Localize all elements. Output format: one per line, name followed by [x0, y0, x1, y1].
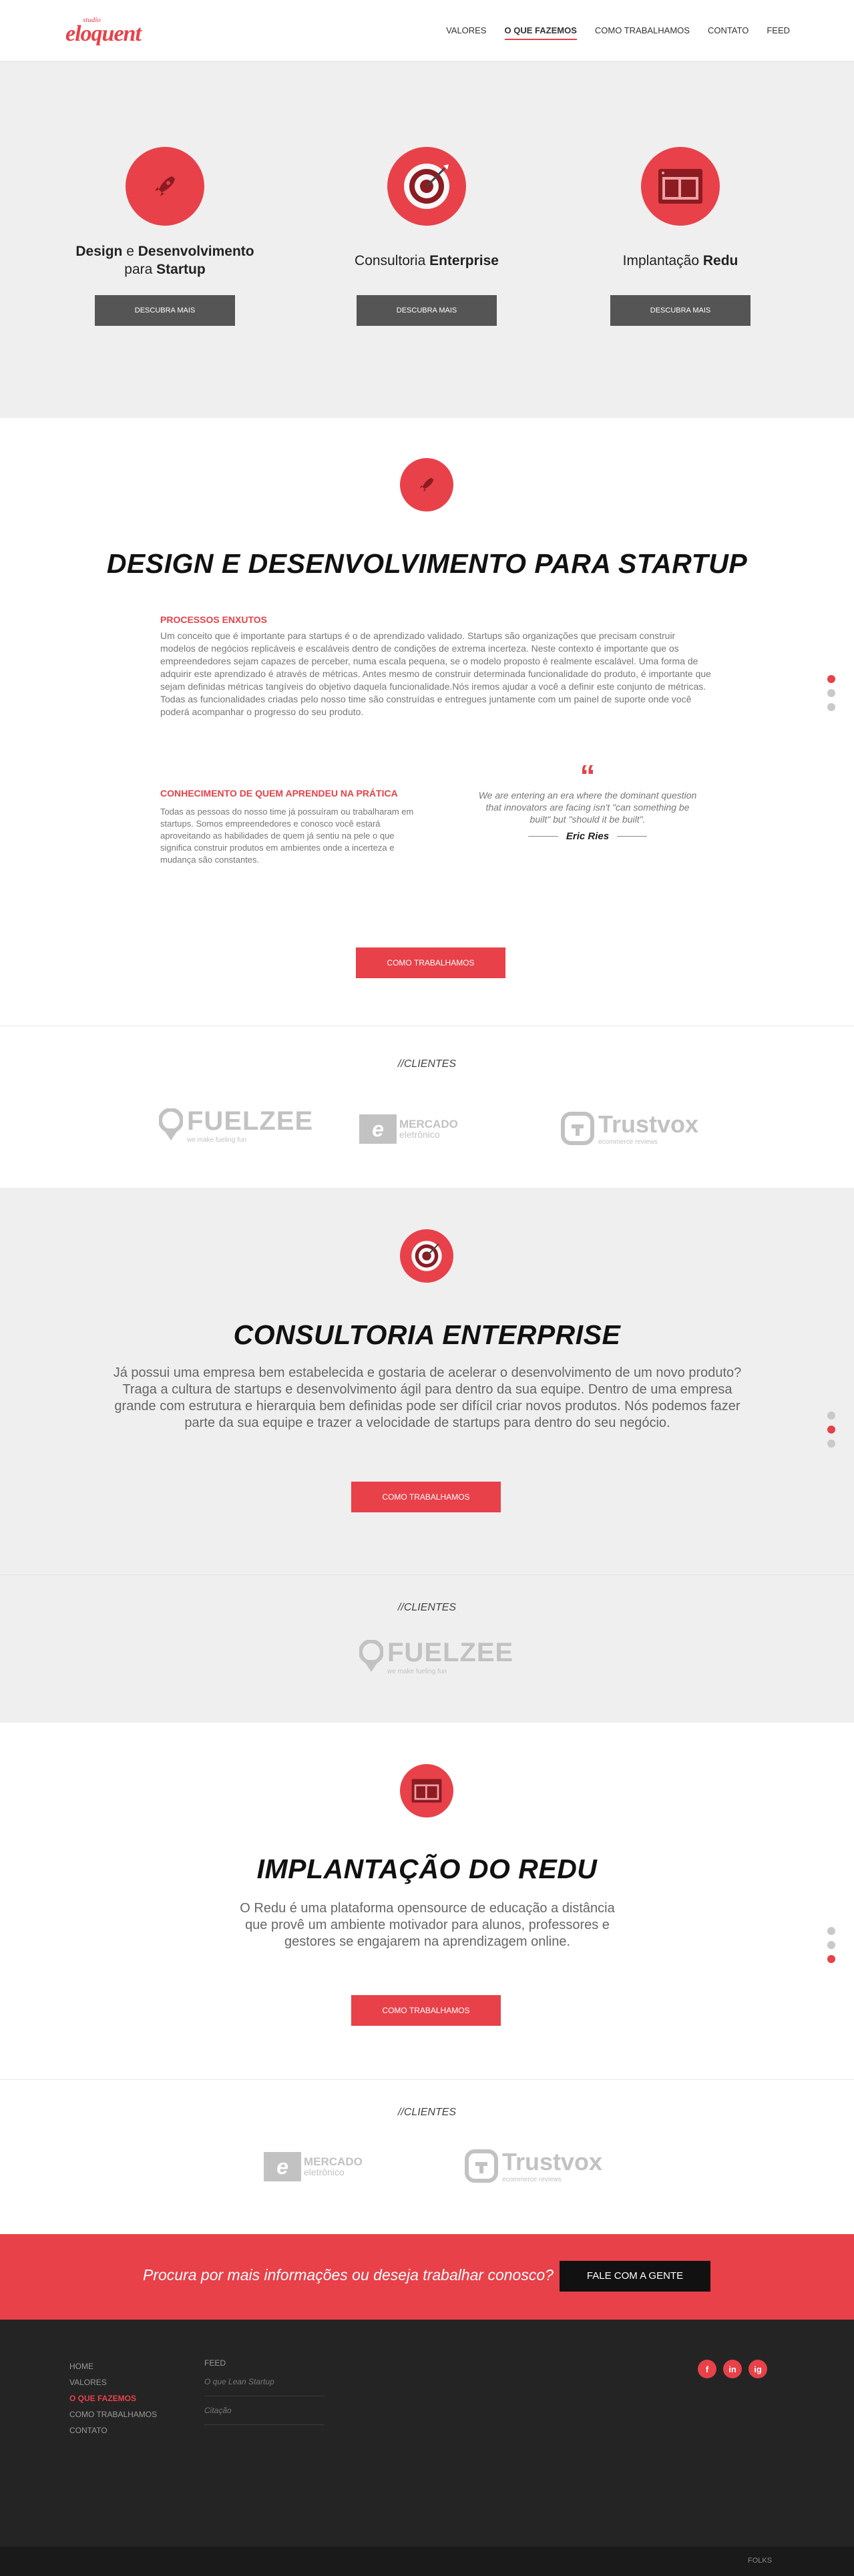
- service-startup: Design e Desenvolvimento para Startup Des…: [68, 147, 262, 326]
- site-footer: Home Valores O que fazemos Como trabalha…: [0, 2320, 854, 2547]
- browser-window-icon: [400, 1764, 453, 1817]
- enterprise-title: CONSULTORIA ENTERPRISE: [233, 1319, 621, 1350]
- nav-como-trabalhamos[interactable]: Como trabalhamos: [595, 25, 690, 40]
- nav-feed[interactable]: Feed: [767, 25, 790, 40]
- pagination-dot[interactable]: [827, 1412, 835, 1420]
- redu-section: IMPLANTAÇÃO DO REDU O Redu é uma platafo…: [0, 1723, 854, 2079]
- redu-title: IMPLANTAÇÃO DO REDU: [256, 1854, 598, 1884]
- enterprise-text: Já possui uma empresa bem estabelecida e…: [113, 1365, 742, 1430]
- nav-valores[interactable]: Valores: [446, 25, 486, 40]
- logo-main-text: eloquent: [65, 21, 142, 46]
- discover-startup-button[interactable]: Descubra mais: [95, 295, 235, 326]
- clients-title: //CLIENTES: [397, 2107, 457, 2118]
- feed-item[interactable]: O que Lean Startup: [204, 2368, 325, 2396]
- how-we-work-button[interactable]: Como trabalhamos: [351, 1482, 501, 1512]
- pagination-dot[interactable]: [827, 1426, 835, 1434]
- fuelzee-logo: FUELZEE we make fueling fun: [359, 1638, 513, 1675]
- cta-text: Procura por mais informações ou deseja t…: [143, 2266, 554, 2284]
- linkedin-icon[interactable]: in: [723, 2360, 742, 2378]
- fuelzee-logo: FUELZEE we make fueling fun: [159, 1106, 313, 1144]
- discover-enterprise-button[interactable]: Descubra mais: [357, 295, 497, 326]
- quote-block: “ We are entering an era where the domin…: [477, 759, 698, 842]
- discover-redu-button[interactable]: Descubra mais: [610, 295, 751, 326]
- browser-window-icon: [641, 147, 720, 226]
- nav-contato[interactable]: Contato: [708, 25, 749, 40]
- section-pagination: [827, 675, 835, 711]
- how-we-work-button[interactable]: Como trabalhamos: [356, 947, 505, 978]
- quote-author: Eric Ries: [477, 831, 698, 842]
- section-pagination: [827, 1412, 835, 1448]
- lean-process-heading: Processos enxutos: [160, 614, 268, 625]
- redu-text: O Redu é uma plataforma opensource de ed…: [240, 1901, 615, 1949]
- facebook-icon[interactable]: f: [698, 2360, 716, 2378]
- rocket-icon: [400, 458, 453, 511]
- practice-heading: Conhecimento de quem aprendeu na prática: [160, 788, 398, 799]
- main-nav: Valores O que fazemos Como trabalhamos C…: [446, 25, 790, 40]
- startup-title: DESIGN E DESENVOLVIMENTO PARA STARTUP: [106, 548, 748, 579]
- trustvox-logo: Trustvox ecommerce reviews: [561, 1110, 698, 1146]
- site-header: studio eloquent Valores O que fazemos Co…: [0, 0, 854, 61]
- target-icon: [400, 1229, 453, 1283]
- footer-feed: Feed O que Lean Startup Citação: [204, 2358, 325, 2425]
- trustvox-logo: Trustvox ecommerce reviews: [465, 2148, 602, 2183]
- how-we-work-button[interactable]: Como trabalhamos: [351, 1995, 501, 2026]
- feed-item[interactable]: Citação: [204, 2396, 325, 2425]
- quote-mark: “: [580, 759, 596, 793]
- service-redu: Implantação Redu Descubra mais: [584, 147, 777, 326]
- footer-link-contato[interactable]: Contato: [69, 2422, 157, 2438]
- footer-link-como-trabalhamos[interactable]: Como trabalhamos: [69, 2406, 157, 2422]
- quote-text: We are entering an era where the dominan…: [478, 790, 697, 825]
- pagination-dot[interactable]: [827, 1955, 835, 1963]
- services-section: Design e Desenvolvimento para Startup Des…: [0, 61, 854, 418]
- footer-bottom-text: FOLKS: [748, 2557, 773, 2565]
- footer-bottom-bar: FOLKS: [0, 2547, 854, 2576]
- section-pagination: [827, 1927, 835, 1963]
- mercado-eletronico-logo: e MERCADO eletrônico: [359, 1114, 458, 1144]
- contact-us-button[interactable]: Fale com a gente: [560, 2261, 710, 2292]
- pagination-dot[interactable]: [827, 675, 835, 683]
- rocket-icon: [126, 147, 204, 226]
- footer-links: Home Valores O que fazemos Como trabalha…: [69, 2358, 157, 2438]
- pagination-dot[interactable]: [827, 689, 835, 697]
- pagination-dot[interactable]: [827, 703, 835, 711]
- contact-cta-banner: Procura por mais informações ou deseja t…: [0, 2234, 854, 2320]
- logo[interactable]: studio eloquent: [65, 16, 146, 48]
- clients-section: //CLIENTES FUELZEE we make fueling fun e …: [0, 1026, 854, 1188]
- pagination-dot[interactable]: [827, 1927, 835, 1935]
- instagram-icon[interactable]: ig: [749, 2360, 767, 2378]
- service-title: Implantação Redu: [622, 252, 738, 268]
- target-icon: [387, 147, 466, 226]
- mercado-eletronico-logo: e MERCADO eletrônico: [264, 2152, 363, 2181]
- startup-section: DESIGN E DESENVOLVIMENTO PARA STARTUP Pr…: [0, 418, 854, 1026]
- service-title: Consultoria Enterprise: [355, 252, 499, 268]
- feed-title: Feed: [204, 2358, 226, 2368]
- pagination-dot[interactable]: [827, 1440, 835, 1448]
- clients-title: //CLIENTES: [397, 1058, 457, 1070]
- clients-section: //CLIENTES FUELZEE we make fueling fun: [0, 1574, 854, 1723]
- pagination-dot[interactable]: [827, 1941, 835, 1949]
- footer-link-o-que-fazemos[interactable]: O que fazemos: [69, 2390, 157, 2406]
- footer-link-valores[interactable]: Valores: [69, 2374, 157, 2390]
- nav-o-que-fazemos[interactable]: O que fazemos: [504, 25, 577, 40]
- clients-title: //CLIENTES: [397, 1602, 457, 1613]
- footer-link-home[interactable]: Home: [69, 2358, 157, 2374]
- enterprise-section: CONSULTORIA ENTERPRISE Já possui uma emp…: [0, 1188, 854, 1574]
- lean-process-text: Um conceito que é importante para startu…: [160, 630, 711, 717]
- service-title: Design e Desenvolvimento para Startup: [75, 244, 254, 277]
- service-enterprise: Consultoria Enterprise Descubra mais: [330, 147, 523, 326]
- practice-text: Todas as pessoas do nosso time já possuí…: [160, 807, 414, 865]
- social-links: f in ig: [698, 2360, 767, 2378]
- clients-section: //CLIENTES e MERCADO eletrônico Trustvox e…: [0, 2079, 854, 2234]
